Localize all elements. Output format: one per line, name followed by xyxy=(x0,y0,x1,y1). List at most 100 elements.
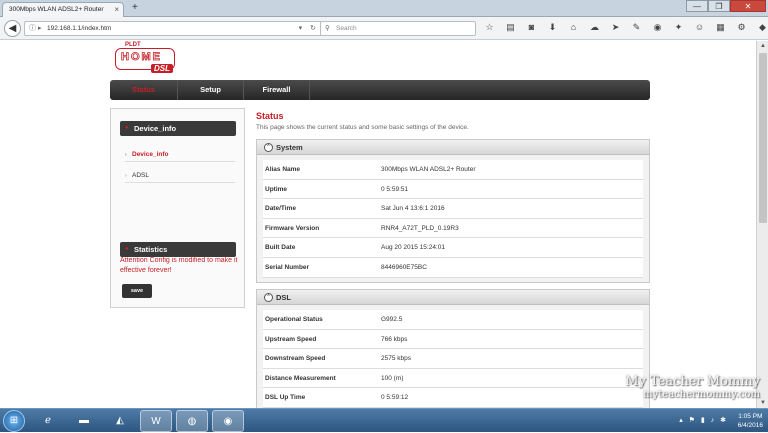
row-key: Built Date xyxy=(265,244,296,252)
router-page: PLDT HOME DSL Status Setup Firewall ● De… xyxy=(0,41,756,413)
bookmark-star-icon[interactable]: ☆ xyxy=(484,22,495,33)
tab-firewall[interactable]: Firewall xyxy=(244,80,310,100)
reading-list-icon[interactable]: ▤ xyxy=(505,22,516,33)
start-button[interactable]: ⊞ xyxy=(3,410,25,432)
row-value: 2575 kbps xyxy=(381,355,411,363)
internet-explorer-icon[interactable]: ℯ xyxy=(32,410,64,432)
chevron-right-icon: › xyxy=(125,152,127,158)
download-icon[interactable]: ⬇ xyxy=(547,22,558,33)
pin-icon[interactable]: ✎ xyxy=(631,22,642,33)
system-panel: ⌃ System Alias Name 300Mbps WLAN ADSL2+ R… xyxy=(256,139,650,283)
row-value: Sat Jun 4 13:6:1 2016 xyxy=(381,205,445,213)
sidebar-item-label: Device_info xyxy=(132,151,169,158)
sidebar-item-adsl[interactable]: › ADSL xyxy=(125,169,235,183)
system-tray-icons[interactable]: ▴ ⚑ ▮ ♪ ✱ xyxy=(679,416,728,424)
dsl-panel-header[interactable]: ⌃ DSL xyxy=(257,290,649,305)
clock-time: 1:05 PM xyxy=(738,413,763,420)
smiley-icon[interactable]: ☺ xyxy=(694,22,705,33)
sidebar-section-label: Device_info xyxy=(134,124,177,133)
tab-setup[interactable]: Setup xyxy=(178,80,244,100)
system-panel-header[interactable]: ⌃ System xyxy=(257,140,649,155)
section-bullet-icon: ● xyxy=(125,246,129,252)
browser-tab[interactable]: 300Mbps WLAN ADSL2+ Router × xyxy=(2,2,124,17)
row-value: 766 kbps xyxy=(381,335,408,343)
watermark-line1: My Teacher Mommy xyxy=(625,374,760,389)
search-placeholder: Search xyxy=(336,25,357,32)
row-value: 300Mbps WLAN ADSL2+ Router xyxy=(381,166,476,173)
scroll-up-icon[interactable]: ▲ xyxy=(757,41,768,51)
pldt-home-dsl-logo: PLDT HOME DSL xyxy=(115,42,175,76)
status-content: Status This page shows the current statu… xyxy=(256,111,650,413)
scrollbar-thumb[interactable] xyxy=(759,53,767,223)
system-header-label: System xyxy=(276,143,303,152)
logo-brand-main: HOME xyxy=(121,51,162,64)
addon-icon[interactable]: ✦ xyxy=(673,22,684,33)
extension-icon[interactable]: ◉ xyxy=(652,22,663,33)
dsl-header-label: DSL xyxy=(276,293,291,302)
page-title: Status xyxy=(256,111,284,121)
table-row: Alias Name 300Mbps WLAN ADSL2+ Router xyxy=(263,160,643,180)
collapse-icon[interactable]: ⌃ xyxy=(264,293,273,302)
watermark: My Teacher Mommy myteachermommy.com xyxy=(590,374,760,400)
logo-brand-sub: DSL xyxy=(151,64,173,73)
browser-nav-bar: ◀ ⓘ ▸ 192.168.1.1/index.htm ▾ ↻ ⚲ Search… xyxy=(0,17,768,40)
minimize-button[interactable]: — xyxy=(686,0,708,12)
table-row: Downstream Speed 2575 kbps xyxy=(263,349,643,369)
table-row: DSL Up Time 0 5:59:12 xyxy=(263,388,643,408)
clock-date: 6/4/2016 xyxy=(737,422,763,429)
url-text: 192.168.1.1/index.htm xyxy=(47,25,112,32)
save-button[interactable]: save xyxy=(122,284,152,298)
row-key: Upstream Speed xyxy=(265,335,317,343)
tag-icon[interactable]: ◆ xyxy=(757,22,768,33)
row-key: Operational Status xyxy=(265,316,323,323)
word-app-icon[interactable]: W xyxy=(140,410,172,432)
close-window-button[interactable]: ✕ xyxy=(730,0,766,12)
chat-icon[interactable]: ☁ xyxy=(589,22,600,33)
pocket-icon[interactable]: ◙ xyxy=(526,22,537,33)
table-row: Uptime 0 5:59:51 xyxy=(263,179,643,200)
vertical-scrollbar[interactable]: ▲ ▼ xyxy=(756,41,768,408)
sidebar-section-statistics[interactable]: ● Statistics xyxy=(120,242,236,257)
home-icon[interactable]: ⌂ xyxy=(568,22,579,33)
attention-message: Attention Config is modified to make it … xyxy=(120,257,238,274)
firefox-app-icon[interactable]: ◉ xyxy=(212,410,244,432)
row-value: 0 5:59:51 xyxy=(381,185,409,193)
sidebar-item-device-info[interactable]: › Device_info xyxy=(125,148,235,162)
browser-tab-bar: 300Mbps WLAN ADSL2+ Router × + — ❐ ✕ xyxy=(0,0,768,17)
row-key: Distance Measurement xyxy=(265,374,336,382)
row-value: Aug 20 2015 15:24:01 xyxy=(381,244,445,252)
settings-icon[interactable]: ⚙ xyxy=(736,22,747,33)
sidebar-section-label: Statistics xyxy=(134,245,168,254)
sidebar: ● Device_info › Device_info › ADSL ● Sta… xyxy=(110,108,245,308)
collapse-icon[interactable]: ⌃ xyxy=(264,143,273,152)
tab-status[interactable]: Status xyxy=(110,80,178,100)
media-app-icon[interactable]: ◭ xyxy=(104,410,136,432)
watermark-line2: myteachermommy.com xyxy=(643,389,760,400)
reload-icon[interactable]: ▾ ↻ xyxy=(299,22,319,35)
taskbar-clock[interactable]: 1:05 PM 6/4/2016 xyxy=(738,412,763,430)
row-key: Firmware Version xyxy=(265,224,320,232)
section-bullet-icon: ● xyxy=(125,125,129,131)
hp-app-icon[interactable]: ◍ xyxy=(176,410,208,432)
tab-close-icon[interactable]: × xyxy=(114,5,119,14)
row-key: Uptime xyxy=(265,185,288,193)
address-bar[interactable]: ⓘ ▸ 192.168.1.1/index.htm ▾ ↻ xyxy=(24,21,324,36)
site-info-icon[interactable]: ⓘ ▸ xyxy=(29,22,41,35)
send-icon[interactable]: ➤ xyxy=(610,22,621,33)
system-rows: Alias Name 300Mbps WLAN ADSL2+ Router Upt… xyxy=(257,155,649,282)
row-key: Downstream Speed xyxy=(265,355,326,363)
search-input[interactable]: ⚲ Search xyxy=(320,21,476,36)
file-explorer-icon[interactable]: ▬ xyxy=(68,410,100,432)
maximize-button[interactable]: ❐ xyxy=(708,0,730,12)
new-tab-button[interactable]: + xyxy=(132,2,138,13)
table-row: Operational Status G992.5 xyxy=(263,310,643,330)
back-button[interactable]: ◀ xyxy=(4,20,21,37)
table-row: Upstream Speed 766 kbps xyxy=(263,329,643,350)
sidebar-section-device-info[interactable]: ● Device_info xyxy=(120,121,236,136)
row-key: Alias Name xyxy=(265,166,301,173)
row-value: 100 (m) xyxy=(381,374,404,382)
table-row: Firmware Version RNR4_A72T_PLD_0.19R3 xyxy=(263,218,643,239)
calendar-icon[interactable]: ▦ xyxy=(715,22,726,33)
main-nav: Status Setup Firewall xyxy=(110,80,650,100)
row-key: Date/Time xyxy=(265,205,296,213)
